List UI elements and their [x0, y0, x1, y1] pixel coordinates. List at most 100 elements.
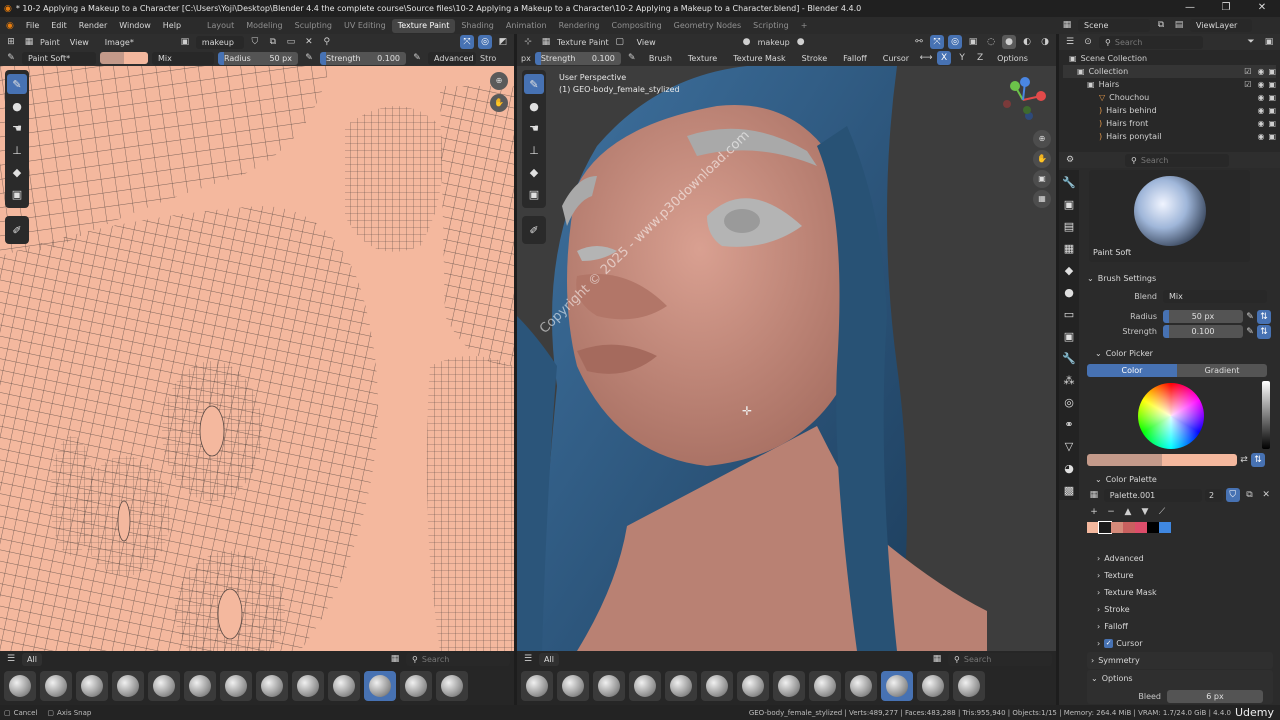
- palette-swatch[interactable]: [1123, 522, 1135, 533]
- brush-thumb[interactable]: [701, 671, 733, 701]
- outliner-search[interactable]: ⚲ Search: [1099, 35, 1203, 49]
- falloff-section[interactable]: › Falloff: [1097, 618, 1273, 635]
- move-down-icon[interactable]: ▼: [1138, 505, 1152, 519]
- tab-layout[interactable]: Layout: [201, 19, 240, 33]
- uv-strength-field[interactable]: Strength 0.100: [320, 51, 406, 65]
- camera-icon[interactable]: ▣: [1268, 93, 1276, 102]
- radius-unit-icon[interactable]: ⇅: [1257, 309, 1271, 324]
- shelf-all-tab[interactable]: All: [22, 652, 42, 666]
- rendered-shading-icon[interactable]: ◑: [1038, 35, 1052, 49]
- brush-thumb[interactable]: [76, 671, 108, 701]
- brush-thumb[interactable]: [557, 671, 589, 701]
- brush-thumb[interactable]: [292, 671, 324, 701]
- palette-swatch[interactable]: [1111, 522, 1123, 533]
- tab-shading[interactable]: Shading: [455, 19, 500, 33]
- pressure-icon[interactable]: ✎: [625, 51, 639, 65]
- vp-cursor-menu[interactable]: Cursor: [877, 54, 915, 63]
- menu-edit[interactable]: Edit: [45, 21, 73, 30]
- overlay-toggle-icon[interactable]: ◎: [478, 35, 492, 49]
- fake-user-icon[interactable]: ⛉: [248, 35, 262, 49]
- value-slider[interactable]: [1262, 381, 1270, 449]
- soften-tool-icon[interactable]: ●: [524, 96, 544, 116]
- palette-swatch[interactable]: [1087, 522, 1099, 533]
- options-header[interactable]: ⌄ Options: [1091, 670, 1273, 687]
- checkbox-icon[interactable]: ☑: [1244, 80, 1251, 89]
- axis-y-toggle[interactable]: Y: [955, 51, 969, 65]
- material-tab-icon[interactable]: ◕: [1059, 458, 1079, 478]
- color-wheel[interactable]: [1138, 383, 1204, 449]
- world-tab-icon[interactable]: ●: [1059, 282, 1079, 302]
- brush-thumb[interactable]: [953, 671, 985, 701]
- vp-strength-field[interactable]: Strength 0.100: [534, 51, 621, 65]
- brush-thumb[interactable]: [809, 671, 841, 701]
- color-tab[interactable]: Color: [1087, 364, 1177, 377]
- brush-thumb[interactable]: [773, 671, 805, 701]
- brush-thumb[interactable]: [629, 671, 661, 701]
- uv-color-swatch[interactable]: [100, 52, 148, 64]
- pan-gizmo-icon[interactable]: ✋: [1033, 150, 1051, 168]
- annotate-tool-icon[interactable]: ✐: [524, 220, 544, 240]
- bleed-field[interactable]: 6 px: [1167, 690, 1263, 703]
- annotate-tool-icon[interactable]: ✐: [7, 220, 27, 240]
- uv-brush-selector[interactable]: Paint Soft*: [22, 51, 96, 65]
- tab-texture-paint[interactable]: Texture Paint: [391, 18, 456, 33]
- brush-thumb[interactable]: [184, 671, 216, 701]
- uv-view-menu[interactable]: View: [64, 38, 95, 47]
- palette-swatch[interactable]: [1159, 522, 1171, 533]
- new-scene-icon[interactable]: ⧉: [1154, 18, 1168, 32]
- brush-thumb[interactable]: [665, 671, 697, 701]
- uv-advanced-dropdown[interactable]: Advanced: [428, 51, 476, 65]
- editor-type-icon[interactable]: ⊞: [4, 35, 18, 49]
- navigation-gizmo[interactable]: [999, 74, 1049, 128]
- view-layer-selector[interactable]: ViewLayer: [1190, 18, 1252, 32]
- properties-editor-icon[interactable]: ⚙: [1063, 153, 1077, 167]
- object-tab-icon[interactable]: ▣: [1059, 326, 1079, 346]
- uv-blend-dropdown[interactable]: Mix: [152, 51, 214, 65]
- uv-image-canvas[interactable]: ✎ ● ☚ ⊥ ◆ ▣ ✐ ⊕ ✋: [0, 66, 514, 651]
- vp-brush-menu[interactable]: Brush: [643, 54, 678, 63]
- vp-shelf-search[interactable]: ⚲ Search: [948, 652, 1052, 666]
- brush-thumb[interactable]: [148, 671, 180, 701]
- tab-rendering[interactable]: Rendering: [553, 19, 606, 33]
- smear-tool-icon[interactable]: ☚: [7, 118, 27, 138]
- menu-render[interactable]: Render: [73, 21, 113, 30]
- xray-icon[interactable]: ▣: [966, 35, 980, 49]
- modifier-tab-icon[interactable]: 🔧: [1059, 348, 1079, 368]
- axis-z-toggle[interactable]: Z: [973, 51, 987, 65]
- vp-radius-partial[interactable]: px: [521, 54, 531, 63]
- brush-thumb[interactable]: [917, 671, 949, 701]
- output-tab-icon[interactable]: ▤: [1059, 216, 1079, 236]
- brush-thumb[interactable]: [256, 671, 288, 701]
- vp-stroke-menu[interactable]: Stroke: [796, 54, 834, 63]
- material-shading-icon[interactable]: ◐: [1020, 35, 1034, 49]
- brush-thumb[interactable]: [436, 671, 468, 701]
- display-channels-icon[interactable]: ◩: [496, 35, 510, 49]
- brush-thumb[interactable]: [4, 671, 36, 701]
- uv-shelf-search[interactable]: ⚲ Search: [406, 652, 510, 666]
- mask-toggle-icon[interactable]: ▢: [613, 35, 627, 49]
- camera-icon[interactable]: ▣: [1268, 132, 1276, 141]
- filter-icon[interactable]: ⏷: [1244, 35, 1258, 49]
- strength-pressure-icon[interactable]: ⇅: [1257, 324, 1271, 339]
- outliner-row[interactable]: ) Hairs front ◉ ▣: [1063, 117, 1276, 130]
- menu-help[interactable]: Help: [157, 21, 187, 30]
- pin-icon[interactable]: ⚲: [320, 35, 334, 49]
- camera-view-icon[interactable]: ▣: [1033, 170, 1051, 188]
- blend-dropdown[interactable]: Mix: [1163, 290, 1267, 303]
- new-image-icon[interactable]: ⧉: [266, 35, 280, 49]
- shelf-menu-icon[interactable]: ☰: [521, 652, 535, 666]
- radius-field[interactable]: 50 px: [1163, 310, 1243, 323]
- clone-tool-icon[interactable]: ⊥: [524, 140, 544, 160]
- camera-icon[interactable]: ▣: [1268, 67, 1276, 76]
- render-tab-icon[interactable]: ▣: [1059, 194, 1079, 214]
- checkbox-icon[interactable]: ☑: [1244, 67, 1251, 76]
- zoom-gizmo-icon[interactable]: ⊕: [490, 72, 508, 90]
- camera-icon[interactable]: ▣: [1268, 119, 1276, 128]
- properties-search[interactable]: ⚲ Search: [1125, 153, 1229, 167]
- eye-icon[interactable]: ◉: [1257, 132, 1264, 141]
- data-tab-icon[interactable]: ▽: [1059, 436, 1079, 456]
- eye-icon[interactable]: ◉: [1257, 119, 1264, 128]
- palette-swatch[interactable]: [1098, 521, 1112, 534]
- cursor-section[interactable]: › ✓ Cursor: [1097, 635, 1273, 652]
- vp-image-dropdown[interactable]: makeup: [758, 38, 790, 47]
